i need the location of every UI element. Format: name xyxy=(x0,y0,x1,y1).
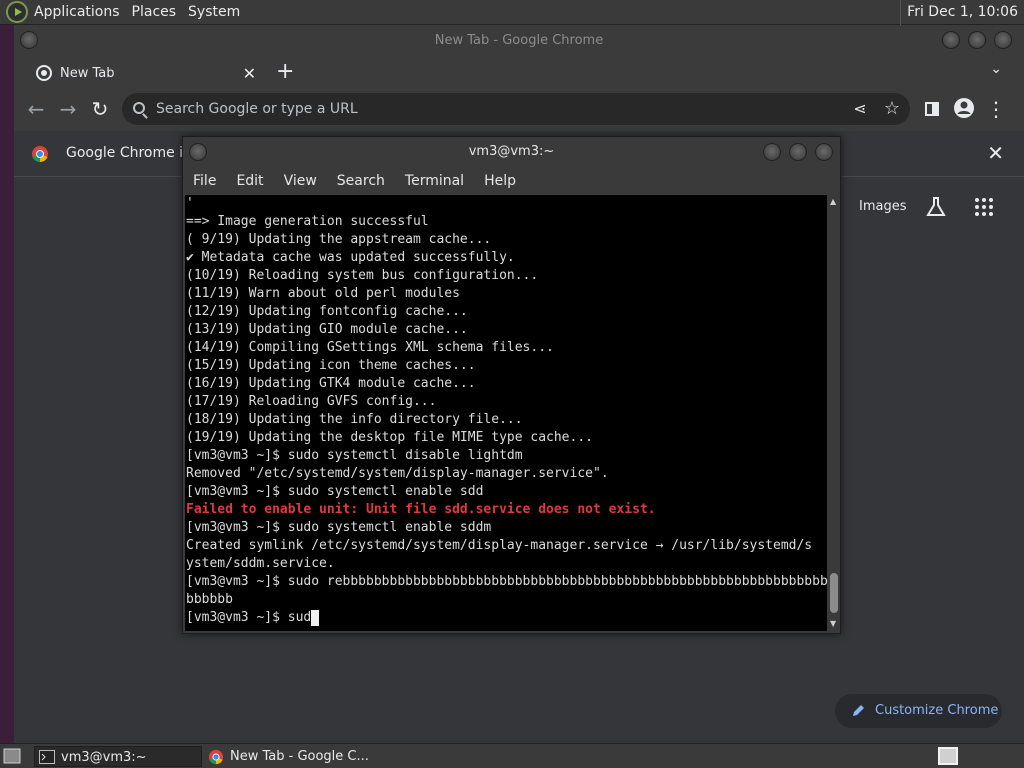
scrollbar-thumb[interactable] xyxy=(830,573,838,613)
terminal-close-button[interactable] xyxy=(815,143,833,161)
new-tab-button[interactable]: + xyxy=(276,59,294,85)
applications-menu[interactable]: Applications xyxy=(28,4,126,20)
terminal-line: [vm3@vm3 ~]$ sudo rebbbbbbbbbbbbbbbbbbbb… xyxy=(186,574,827,589)
kebab-menu-icon[interactable]: ⋮ xyxy=(984,97,1008,121)
terminal-window: vm3@vm3:~ File Edit View Search Terminal… xyxy=(182,136,841,634)
close-window-button[interactable] xyxy=(994,31,1012,49)
terminal-line: (15/19) Updating icon theme caches... xyxy=(186,358,476,373)
terminal-line: [vm3@vm3 ~]$ sudo systemctl disable ligh… xyxy=(186,448,523,463)
pencil-icon xyxy=(853,705,864,716)
terminal-line: (12/19) Updating fontconfig cache... xyxy=(186,304,468,319)
text-cursor xyxy=(311,609,320,626)
distro-logo-icon[interactable] xyxy=(6,1,28,23)
profile-avatar-icon[interactable] xyxy=(952,97,976,121)
workspace-switcher-icon[interactable] xyxy=(938,747,958,765)
taskbar-item-chrome[interactable]: New Tab - Google C... xyxy=(204,746,394,767)
terminal-output[interactable]: ' ==> Image generation successful ( 9/19) … xyxy=(185,195,827,631)
menu-edit[interactable]: Edit xyxy=(226,173,273,189)
menu-terminal[interactable]: Terminal xyxy=(395,173,474,189)
menu-view[interactable]: View xyxy=(274,173,327,189)
terminal-lines: ' ==> Image generation successful ( 9/19) … xyxy=(185,195,827,609)
terminal-titlebar[interactable]: vm3@vm3:~ xyxy=(183,137,840,167)
panel-clock[interactable]: Fri Dec 1, 10:06 xyxy=(900,0,1018,25)
labs-flask-icon[interactable] xyxy=(924,195,948,219)
menu-search[interactable]: Search xyxy=(327,173,395,189)
terminal-line: (16/19) Updating GTK4 module cache... xyxy=(186,376,476,391)
tab-new-tab[interactable]: New Tab ✕ xyxy=(24,59,264,87)
back-arrow-icon[interactable]: ← xyxy=(24,97,48,121)
terminal-line: bbbbbb xyxy=(186,592,233,607)
terminal-icon xyxy=(39,750,55,764)
chrome-window-title: New Tab - Google Chrome xyxy=(434,33,604,48)
menu-help[interactable]: Help xyxy=(474,173,526,189)
reload-icon[interactable]: ↻ xyxy=(88,97,112,121)
images-link[interactable]: Images xyxy=(859,199,907,214)
terminal-line: ystem/sddm.service. xyxy=(186,556,335,571)
terminal-line: (17/19) Reloading GVFS config... xyxy=(186,394,437,409)
customize-chrome-button[interactable]: Customize Chrome xyxy=(835,694,1002,728)
terminal-line: (13/19) Updating GIO module cache... xyxy=(186,322,468,337)
forward-arrow-icon[interactable]: → xyxy=(56,97,80,121)
terminal-line: Failed to enable unit: Unit file sdd.ser… xyxy=(186,502,656,517)
tab-search-chevron-down-icon[interactable]: ⌄ xyxy=(990,61,1002,77)
show-desktop-icon[interactable] xyxy=(3,747,21,765)
bookmark-star-icon[interactable]: ☆ xyxy=(880,97,904,121)
terminal-line: [vm3@vm3 ~]$ sudo systemctl enable sddm xyxy=(186,520,492,535)
chrome-favicon-icon xyxy=(36,65,52,81)
terminal-line: ' xyxy=(186,196,194,211)
terminal-line: (19/19) Updating the desktop file MIME t… xyxy=(186,430,593,445)
desktop-edge-left xyxy=(0,25,14,743)
share-icon[interactable]: ⋖ xyxy=(848,97,872,121)
system-menu[interactable]: System xyxy=(182,4,246,20)
chrome-logo-icon xyxy=(32,146,48,163)
terminal-line: Created symlink /etc/systemd/system/disp… xyxy=(186,538,813,553)
window-menu-button[interactable] xyxy=(20,31,38,49)
terminal-menubar: File Edit View Search Terminal Help xyxy=(183,167,840,195)
terminal-line: ==> Image generation successful xyxy=(186,214,429,229)
terminal-line: [vm3@vm3 ~]$ sudo systemctl enable sdd xyxy=(186,484,484,499)
terminal-scrollbar[interactable]: ▲ ▼ xyxy=(828,195,840,631)
chrome-icon xyxy=(208,749,224,765)
terminal-title: vm3@vm3:~ xyxy=(468,144,555,159)
search-icon xyxy=(133,102,145,114)
minimize-button[interactable] xyxy=(942,31,960,49)
omnibox-input[interactable]: Search Google or type a URL xyxy=(122,93,910,125)
omnibox-placeholder: Search Google or type a URL xyxy=(156,101,358,117)
terminal-maximize-button[interactable] xyxy=(789,143,807,161)
terminal-window-menu-button[interactable] xyxy=(189,143,207,161)
maximize-button[interactable] xyxy=(968,31,986,49)
terminal-minimize-button[interactable] xyxy=(763,143,781,161)
prompt-text: [vm3@vm3 ~]$ sud xyxy=(186,610,312,625)
infobar-text: Google Chrome isn xyxy=(66,145,200,161)
chrome-titlebar[interactable]: New Tab - Google Chrome xyxy=(14,25,1024,57)
side-panel-icon[interactable] xyxy=(920,97,944,121)
menu-file[interactable]: File xyxy=(183,173,226,189)
bottom-taskbar: vm3@vm3:~ New Tab - Google C... xyxy=(0,743,1024,768)
terminal-line: ✔ Metadata cache was updated successfull… xyxy=(186,250,515,265)
infobar-close-icon[interactable]: ✕ xyxy=(987,141,1004,165)
taskbar-item-terminal[interactable]: vm3@vm3:~ xyxy=(34,746,202,767)
scroll-up-arrow-icon[interactable]: ▲ xyxy=(830,197,836,206)
places-menu[interactable]: Places xyxy=(126,4,183,20)
top-panel: Applications Places System Fri Dec 1, 10… xyxy=(0,0,1024,25)
tab-strip: New Tab ✕ + ⌄ xyxy=(14,57,1024,87)
tab-title: New Tab xyxy=(60,65,115,81)
terminal-prompt-line[interactable]: [vm3@vm3 ~]$ sud xyxy=(185,609,827,627)
chrome-toolbar: ← → ↻ Search Google or type a URL ⋖ ☆ ⋮ xyxy=(14,87,1024,131)
tab-close-icon[interactable]: ✕ xyxy=(243,64,256,83)
terminal-line: (14/19) Compiling GSettings XML schema f… xyxy=(186,340,554,355)
terminal-line: Removed "/etc/systemd/system/display-man… xyxy=(186,466,609,481)
taskbar-chrome-label: New Tab - Google C... xyxy=(230,749,369,764)
taskbar-terminal-label: vm3@vm3:~ xyxy=(61,750,147,765)
terminal-line: (11/19) Warn about old perl modules xyxy=(186,286,460,301)
terminal-line: (18/19) Updating the info directory file… xyxy=(186,412,523,427)
customize-chrome-label: Customize Chrome xyxy=(875,703,999,718)
apps-grid-icon[interactable] xyxy=(974,197,994,217)
scroll-down-arrow-icon[interactable]: ▼ xyxy=(830,619,836,628)
terminal-line: ( 9/19) Updating the appstream cache... xyxy=(186,232,492,247)
terminal-line: (10/19) Reloading system bus configurati… xyxy=(186,268,539,283)
